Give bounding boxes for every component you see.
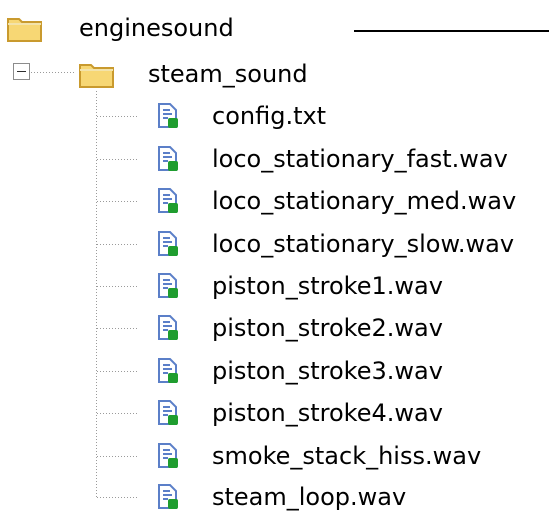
folder-icon: [78, 58, 116, 90]
tree-item-label: piston_stroke1.wav: [212, 272, 443, 300]
tree-item-label: loco_stationary_med.wav: [212, 187, 517, 215]
tree-connector: [97, 456, 139, 457]
tree-connector: [97, 159, 139, 160]
file-icon: [156, 146, 180, 172]
tree-item-file[interactable]: config.txt: [156, 97, 326, 135]
file-icon: [156, 484, 180, 510]
file-icon: [156, 273, 180, 299]
file-icon: [156, 443, 180, 469]
file-icon: [156, 315, 180, 341]
tree-item-file[interactable]: loco_stationary_med.wav: [156, 182, 516, 220]
tree-item-label: steam_sound: [148, 60, 308, 88]
file-icon: [156, 400, 180, 426]
tree-connector-vertical: [96, 91, 97, 497]
tree-item-file[interactable]: piston_stroke2.wav: [156, 309, 443, 347]
file-icon: [156, 358, 180, 384]
tree-item-label: steam_loop.wav: [212, 483, 407, 511]
file-icon: [156, 103, 180, 129]
tree-item-label: piston_stroke3.wav: [212, 357, 443, 385]
tree-connector: [97, 328, 139, 329]
tree-item-label: loco_stationary_fast.wav: [212, 145, 508, 173]
tree-item-file[interactable]: steam_loop.wav: [156, 478, 406, 516]
file-icon: [156, 188, 180, 214]
file-tree: enginesound steam_sound config.txt loco_…: [0, 0, 549, 513]
tree-connector: [97, 244, 139, 245]
tree-item-enginesound[interactable]: enginesound: [6, 9, 234, 47]
tree-connector: [97, 371, 139, 372]
tree-item-file[interactable]: loco_stationary_fast.wav: [156, 140, 508, 178]
tree-connector: [97, 116, 139, 117]
tree-connector: [97, 286, 139, 287]
folder-icon: [6, 12, 44, 44]
tree-item-file[interactable]: loco_stationary_slow.wav: [156, 225, 514, 263]
tree-connector: [97, 497, 139, 498]
tree-connector: [31, 72, 74, 73]
tree-item-label: enginesound: [79, 14, 234, 42]
tree-item-file[interactable]: smoke_stack_hiss.wav: [156, 437, 481, 475]
tree-item-label: piston_stroke4.wav: [212, 399, 443, 427]
tree-item-file[interactable]: piston_stroke3.wav: [156, 352, 443, 390]
tree-item-label: smoke_stack_hiss.wav: [212, 442, 482, 470]
tree-item-label: piston_stroke2.wav: [212, 314, 443, 342]
tree-item-label: loco_stationary_slow.wav: [212, 230, 515, 258]
divider-line: [354, 30, 549, 32]
expander-minus-icon[interactable]: [13, 63, 30, 80]
tree-item-file[interactable]: piston_stroke1.wav: [156, 267, 443, 305]
tree-connector: [97, 413, 139, 414]
tree-item-file[interactable]: piston_stroke4.wav: [156, 394, 443, 432]
tree-item-label: config.txt: [212, 102, 327, 130]
tree-connector: [97, 201, 139, 202]
file-icon: [156, 231, 180, 257]
tree-item-steam-sound[interactable]: steam_sound: [78, 55, 308, 93]
